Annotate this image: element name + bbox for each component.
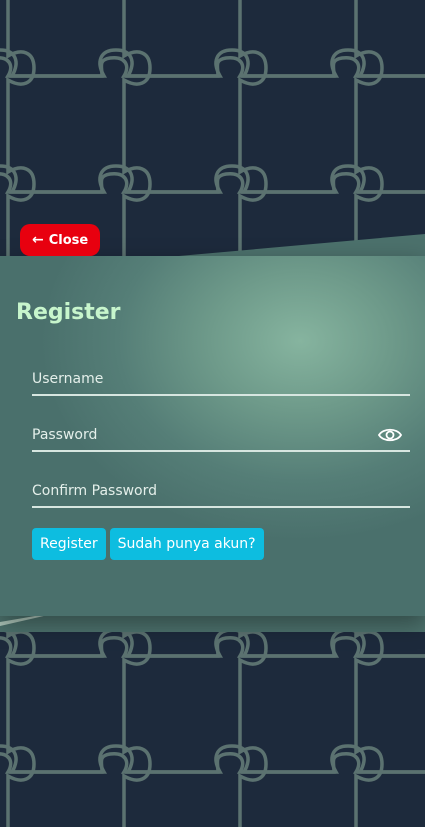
confirm-password-input[interactable] (32, 476, 410, 506)
register-button[interactable]: Register (32, 528, 106, 560)
form-actions: Register Sudah punya akun? (32, 528, 264, 560)
arrow-left-icon: ← (32, 232, 44, 248)
password-input[interactable] (32, 420, 410, 450)
close-button[interactable]: ← Close (20, 224, 101, 256)
password-field-container (32, 420, 410, 452)
confirm-password-field-container (32, 476, 410, 508)
username-input[interactable] (32, 364, 410, 394)
register-card: Register Register Sudah punya akun? (0, 256, 425, 616)
close-button-label: Close (48, 232, 89, 248)
login-link-button[interactable]: Sudah punya akun? (109, 528, 264, 560)
eye-icon[interactable] (378, 427, 402, 443)
username-field-container (32, 364, 410, 396)
form-title: Register (16, 300, 121, 325)
